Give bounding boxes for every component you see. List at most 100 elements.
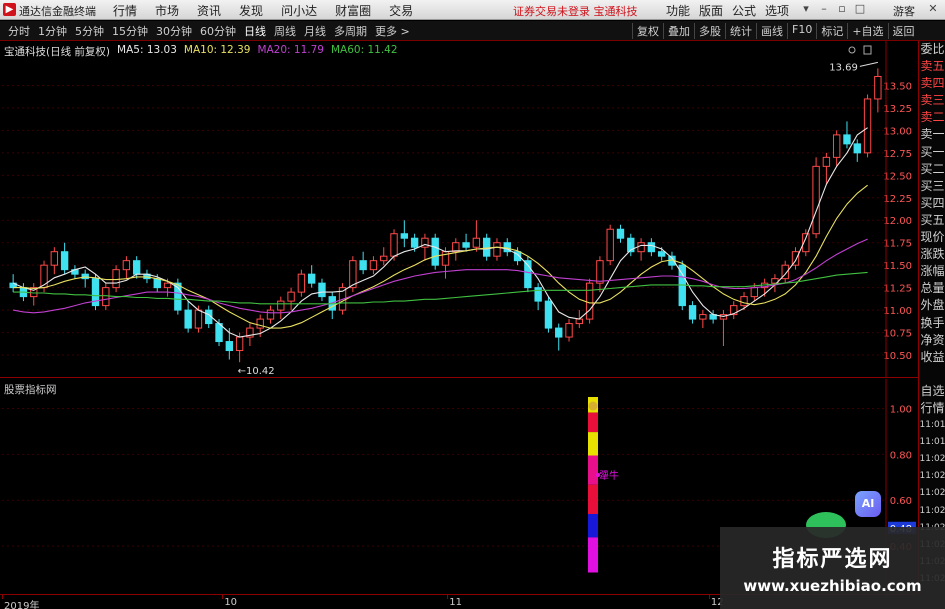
tab-period-5min[interactable]: 5分钟 bbox=[71, 23, 108, 39]
side-item[interactable]: 卖二 bbox=[919, 109, 945, 126]
maximize-icon[interactable]: □ bbox=[854, 2, 866, 16]
tab-period-daily[interactable]: 日线 bbox=[240, 23, 270, 39]
candle-body bbox=[596, 260, 604, 284]
signal-segment bbox=[588, 412, 598, 433]
restore-icon[interactable]: ▫ bbox=[836, 2, 848, 16]
side-item[interactable]: 自选 bbox=[919, 383, 945, 400]
ma5-label: MA5: 13.03 bbox=[117, 44, 177, 56]
side-item[interactable]: 买三 bbox=[919, 178, 945, 195]
menu-item-function[interactable]: 功能 bbox=[666, 2, 690, 19]
tool-add-watchlist-button[interactable]: +自选 bbox=[847, 23, 887, 39]
x-axis-label: 10 bbox=[224, 597, 238, 608]
high-marker-line bbox=[859, 61, 878, 67]
side-item[interactable]: 买二 bbox=[919, 161, 945, 178]
tab-period-1min[interactable]: 1分钟 bbox=[34, 23, 71, 39]
app-name: 通达信金融终端 bbox=[19, 5, 96, 18]
x-axis-tick bbox=[708, 595, 710, 599]
settings-icon[interactable]: ▾ bbox=[800, 2, 812, 16]
candle-body bbox=[287, 291, 295, 302]
candle-body bbox=[163, 282, 172, 289]
y-tick-label: 0.60 bbox=[890, 496, 912, 507]
x-axis-tick bbox=[447, 595, 449, 599]
candle-body bbox=[431, 237, 439, 266]
side-item[interactable]: 11:01 bbox=[919, 434, 945, 451]
candle-body bbox=[277, 300, 285, 311]
candle-body bbox=[153, 278, 161, 289]
side-item[interactable]: 外盘 bbox=[919, 297, 945, 314]
tab-period-weekly[interactable]: 周线 bbox=[270, 23, 300, 39]
side-item[interactable]: 买一 bbox=[919, 144, 945, 161]
side-item[interactable]: 11:02 bbox=[919, 451, 945, 468]
side-item[interactable]: 买五 bbox=[919, 212, 945, 229]
menu-item-discover[interactable]: 发现 bbox=[239, 2, 263, 19]
side-item[interactable]: 11:02 bbox=[919, 485, 945, 502]
menu-item-options[interactable]: 选项 bbox=[765, 2, 789, 19]
tool-f10-button[interactable]: F10 bbox=[787, 23, 816, 39]
side-item[interactable]: 11:01 bbox=[919, 417, 945, 434]
tool-multi-stock-button[interactable]: 多股 bbox=[694, 23, 725, 39]
menu-item-trade[interactable]: 交易 bbox=[389, 2, 413, 19]
indicator-title[interactable]: 股票指标网 bbox=[4, 382, 57, 397]
tab-period-30min[interactable]: 30分钟 bbox=[152, 23, 196, 39]
close-icon[interactable]: ✕ bbox=[927, 2, 939, 16]
side-item[interactable]: 11:02 bbox=[919, 503, 945, 520]
y-tick-label: 1.00 bbox=[890, 404, 912, 415]
y-tick-label: 11.75 bbox=[883, 239, 912, 250]
stock-label[interactable]: 宝通科技(日线 前复权) bbox=[4, 44, 110, 59]
side-item[interactable]: 委比 bbox=[919, 41, 945, 58]
y-tick-label: 10.50 bbox=[883, 351, 912, 362]
kline-panel[interactable]: 13.50 13.25 13.00 12.75 12.50 12.25 12.00 11.75… bbox=[0, 41, 918, 378]
side-item[interactable]: 11:02 bbox=[919, 468, 945, 485]
tab-period-more[interactable]: 更多 > bbox=[371, 23, 414, 39]
candle-body bbox=[544, 300, 553, 329]
kline-chart[interactable]: 13.50 13.25 13.00 12.75 12.50 12.25 12.00 11.75… bbox=[0, 41, 918, 378]
tool-back-button[interactable]: 返回 bbox=[887, 23, 919, 39]
side-item[interactable]: 总量 bbox=[919, 280, 945, 297]
side-item[interactable]: 涨跌 bbox=[919, 246, 945, 263]
menu-item-news[interactable]: 资讯 bbox=[197, 2, 221, 19]
side-divider bbox=[919, 366, 945, 383]
side-item[interactable]: 卖五 bbox=[919, 58, 945, 75]
candle-body bbox=[410, 237, 419, 248]
tool-overlay-button[interactable]: 叠加 bbox=[663, 23, 694, 39]
menu-item-quotes[interactable]: 行情 bbox=[113, 2, 137, 19]
side-item[interactable]: 净资 bbox=[919, 332, 945, 349]
menu-item-layout[interactable]: 版面 bbox=[699, 2, 723, 19]
tool-draw-button[interactable]: 画线 bbox=[756, 23, 787, 39]
candle-body bbox=[266, 309, 275, 320]
ma-legend: 宝通科技(日线 前复权) MA5: 13.03 MA10: 12.39 MA20… bbox=[4, 44, 398, 59]
y-tick-label: 13.50 bbox=[883, 81, 912, 92]
watermark: 指标严选网 www.xuezhibiao.com bbox=[720, 527, 945, 609]
tab-period-15min[interactable]: 15分钟 bbox=[108, 23, 152, 39]
tool-mark-button[interactable]: 标记 bbox=[816, 23, 847, 39]
menu-item-ask[interactable]: 问小达 bbox=[281, 2, 317, 19]
tab-period-monthly[interactable]: 月线 bbox=[300, 23, 330, 39]
tab-period-60min[interactable]: 60分钟 bbox=[196, 23, 240, 39]
tab-period-multi[interactable]: 多周期 bbox=[330, 23, 371, 39]
menu-item-formula[interactable]: 公式 bbox=[732, 2, 756, 19]
side-item[interactable]: 行情 bbox=[919, 400, 945, 417]
menu-item-wealth[interactable]: 财富圈 bbox=[335, 2, 371, 19]
ai-assistant-button[interactable]: AI bbox=[855, 491, 881, 517]
side-item[interactable]: 涨幅 bbox=[919, 263, 945, 280]
login-alert[interactable]: 证券交易未登录 宝通科技 bbox=[513, 3, 638, 19]
side-item[interactable]: 收益 bbox=[919, 349, 945, 366]
candle-body bbox=[225, 341, 234, 352]
side-item[interactable]: 现价 bbox=[919, 229, 945, 246]
candle-body bbox=[863, 98, 872, 154]
y-tick-label: 12.25 bbox=[883, 194, 912, 205]
guest-label[interactable]: 游客 bbox=[893, 3, 915, 19]
tool-adjust-button[interactable]: 复权 bbox=[632, 23, 663, 39]
side-item[interactable]: 换手 bbox=[919, 315, 945, 332]
candle-body bbox=[102, 287, 110, 307]
side-item[interactable]: 卖四 bbox=[919, 75, 945, 92]
side-item[interactable]: 买四 bbox=[919, 195, 945, 212]
minimize-icon[interactable]: – bbox=[818, 2, 830, 16]
tab-period-intraday[interactable]: 分时 bbox=[4, 23, 34, 39]
signal-segment bbox=[588, 432, 598, 456]
menu-item-market[interactable]: 市场 bbox=[155, 2, 179, 19]
side-item[interactable]: 卖一 bbox=[919, 126, 945, 143]
y-tick-label: 10.75 bbox=[883, 329, 912, 340]
tool-stats-button[interactable]: 统计 bbox=[725, 23, 756, 39]
side-item[interactable]: 卖三 bbox=[919, 92, 945, 109]
